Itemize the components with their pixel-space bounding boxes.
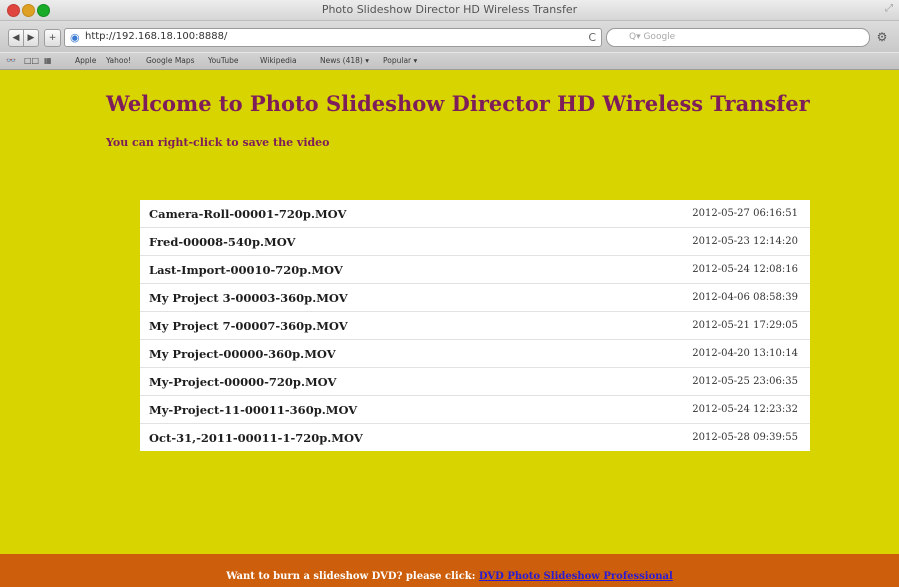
add-bookmark-button[interactable]: + [44,29,61,47]
file-row[interactable]: Fred-00008-540p.MOV 2012-05-23 12:14:20 [140,227,810,256]
file-row[interactable]: My Project-00000-360p.MOV 2012-04-20 13:1… [140,339,810,368]
file-row[interactable]: My-Project-11-00011-360p.MOV 2012-05-24 1… [140,395,810,424]
promo-text: Want to burn a slideshow DVD? please cli… [226,571,479,582]
bookmark-google-maps[interactable]: Google Maps [146,56,195,65]
file-name-link[interactable]: Fred-00008-540p.MOV [140,227,576,256]
file-row[interactable]: Last-Import-00010-720p.MOV 2012-05-24 12:… [140,255,810,284]
file-name-link[interactable]: My Project 7-00007-360p.MOV [140,311,576,340]
reading-list-icon[interactable]: 👓 [6,56,16,65]
file-name-link[interactable]: My-Project-11-00011-360p.MOV [140,395,576,424]
search-placeholder: Q▾ Google [629,32,676,42]
browser-toolbar: ◀ ▶ + ◉ http://192.168.18.100:8888/ C Q▾… [0,21,899,52]
file-name-link[interactable]: Camera-Roll-00001-720p.MOV [140,200,576,228]
address-bar[interactable]: ◉ http://192.168.18.100:8888/ C [64,28,602,47]
title-bar: Photo Slideshow Director HD Wireless Tra… [0,0,899,21]
file-date: 2012-05-23 12:14:20 [575,227,810,256]
promo-footer: Want to burn a slideshow DVD? please cli… [0,554,899,587]
search-input[interactable]: Q▾ Google [606,28,870,47]
file-date: 2012-05-21 17:29:05 [575,311,810,340]
file-row[interactable]: My Project 3-00003-360p.MOV 2012-04-06 08… [140,283,810,312]
file-row[interactable]: My-Project-00000-720p.MOV 2012-05-25 23:0… [140,367,810,396]
file-date: 2012-05-24 12:08:16 [575,255,810,284]
reload-icon[interactable]: C [588,31,596,44]
page-content: Welcome to Photo Slideshow Director HD W… [0,70,899,587]
file-name-link[interactable]: Oct-31,-2011-00011-1-720p.MOV [140,424,575,452]
file-name-link[interactable]: My-Project-00000-720p.MOV [140,367,576,396]
file-list: Camera-Roll-00001-720p.MOV 2012-05-27 06:… [140,200,810,451]
bookmarks-bar: 👓 □□ ▦ Apple Yahoo! Google Maps YouTube … [0,53,899,70]
back-arrow-icon[interactable]: ◀ [8,29,24,47]
resize-icon[interactable]: ⤢ [885,3,893,14]
promo-link[interactable]: DVD Photo Slideshow Professional [479,571,673,582]
url-text: http://192.168.18.100:8888/ [85,31,228,42]
top-sites-icon[interactable]: ▦ [44,56,52,65]
file-row[interactable]: My Project 7-00007-360p.MOV 2012-05-21 17… [140,311,810,340]
file-date: 2012-04-06 08:58:39 [575,283,810,312]
bookmark-youtube[interactable]: YouTube [208,56,239,65]
file-date: 2012-05-24 12:23:32 [575,395,810,424]
bookmarks-book-icon[interactable]: □□ [24,56,39,65]
file-row[interactable]: Camera-Roll-00001-720p.MOV 2012-05-27 06:… [140,200,810,228]
file-name-link[interactable]: My Project-00000-360p.MOV [140,339,576,368]
bookmark-news[interactable]: News (418) ▾ [320,56,369,65]
bookmark-yahoo[interactable]: Yahoo! [106,56,131,65]
file-name-link[interactable]: Last-Import-00010-720p.MOV [140,255,576,284]
file-row[interactable]: Oct-31,-2011-00011-1-720p.MOV 2012-05-28 … [140,424,810,452]
bookmark-apple[interactable]: Apple [75,56,96,65]
file-date: 2012-04-20 13:10:14 [575,339,810,368]
file-name-link[interactable]: My Project 3-00003-360p.MOV [140,283,576,312]
file-date: 2012-05-28 09:39:55 [692,432,798,443]
window-title: Photo Slideshow Director HD Wireless Tra… [321,3,578,16]
globe-icon: ◉ [70,31,80,44]
gear-icon[interactable]: ⚙ [874,29,890,45]
page-subtitle: You can right-click to save the video [106,136,330,149]
bookmark-popular[interactable]: Popular ▾ [383,56,417,65]
file-date: 2012-05-27 06:16:51 [575,200,810,228]
file-date: 2012-05-25 23:06:35 [575,367,810,396]
page-title: Welcome to Photo Slideshow Director HD W… [106,91,810,116]
bookmark-wikipedia[interactable]: Wikipedia [260,56,297,65]
forward-arrow-icon[interactable]: ▶ [23,29,39,47]
browser-window: Photo Slideshow Director HD Wireless Tra… [0,0,899,587]
